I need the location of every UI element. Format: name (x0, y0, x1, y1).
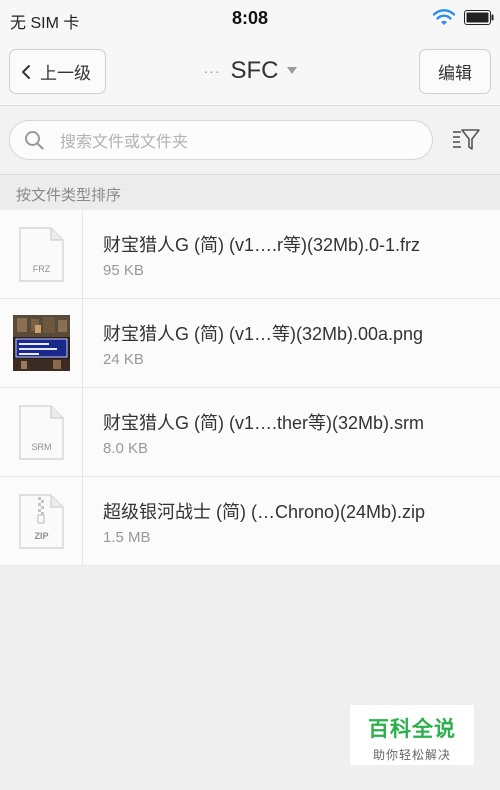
breadcrumb-dots: ··· (203, 63, 221, 79)
file-type-label: ZIP (34, 531, 48, 541)
search-placeholder: 搜索文件或文件夹 (60, 134, 189, 151)
srm-file-icon: SRM (19, 405, 64, 460)
file-size: 8.0 KB (103, 440, 149, 457)
file-thumbnail (0, 299, 83, 387)
watermark-subtitle: 助你轻松解决 (372, 748, 451, 762)
search-input[interactable]: 搜索文件或文件夹 (9, 120, 433, 160)
nav-bar: 上一级 ··· SFC 编辑 (0, 36, 500, 106)
sort-label[interactable]: 按文件类型排序 (16, 184, 121, 205)
search-icon (25, 131, 44, 150)
list-item[interactable]: ZIP 超级银河战士 (简) (…Chrono)(24Mb).zip 1.5 M… (0, 477, 500, 566)
status-time: 8:08 (231, 8, 269, 28)
back-label: 上一级 (40, 64, 91, 83)
file-type-label: FRZ (33, 264, 51, 274)
chevron-left-icon (22, 64, 30, 79)
file-type-label: SRM (32, 442, 52, 452)
folder-title-dropdown[interactable]: ··· SFC (150, 56, 350, 86)
wifi-icon (432, 9, 456, 25)
frz-file-icon: FRZ (19, 227, 64, 282)
list-item[interactable]: 财宝猎人G (简) (v1…等)(32Mb).00a.png 24 KB (0, 299, 500, 388)
file-name: 财宝猎人G (简) (v1…等)(32Mb).00a.png (103, 324, 424, 344)
back-button[interactable]: 上一级 (9, 49, 106, 94)
zip-file-icon: ZIP (19, 494, 64, 549)
battery-icon (464, 10, 494, 25)
watermark-logo: 百科全说 助你轻松解决 (350, 705, 474, 765)
list-item[interactable]: FRZ 财宝猎人G (简) (v1….r等)(32Mb).0-1.frz 95 … (0, 210, 500, 299)
file-name: 超级银河战士 (简) (…Chrono)(24Mb).zip (103, 502, 426, 522)
sort-header: 按文件类型排序 (0, 174, 500, 210)
list-item[interactable]: SRM 财宝猎人G (简) (v1….ther等)(32Mb).srm 8.0 … (0, 388, 500, 477)
filter-icon[interactable] (452, 128, 480, 152)
image-thumbnail-icon (13, 315, 70, 371)
file-thumbnail: SRM (0, 388, 83, 476)
page-title: SFC (230, 57, 279, 84)
file-name: 财宝猎人G (简) (v1….ther等)(32Mb).srm (103, 413, 425, 433)
file-size: 24 KB (103, 351, 144, 368)
file-size: 1.5 MB (103, 529, 151, 546)
file-list: FRZ 财宝猎人G (简) (v1….r等)(32Mb).0-1.frz 95 … (0, 210, 500, 566)
status-bar: 无 SIM 卡 8:08 (0, 0, 500, 36)
file-name: 财宝猎人G (简) (v1….r等)(32Mb).0-1.frz (103, 235, 421, 255)
search-row: 搜索文件或文件夹 (0, 106, 500, 174)
caret-down-icon (286, 67, 297, 74)
file-thumbnail: FRZ (0, 210, 83, 298)
edit-button[interactable]: 编辑 (419, 49, 491, 94)
watermark-title: 百科全说 (368, 718, 456, 741)
file-thumbnail: ZIP (0, 477, 83, 565)
file-size: 95 KB (103, 262, 144, 279)
